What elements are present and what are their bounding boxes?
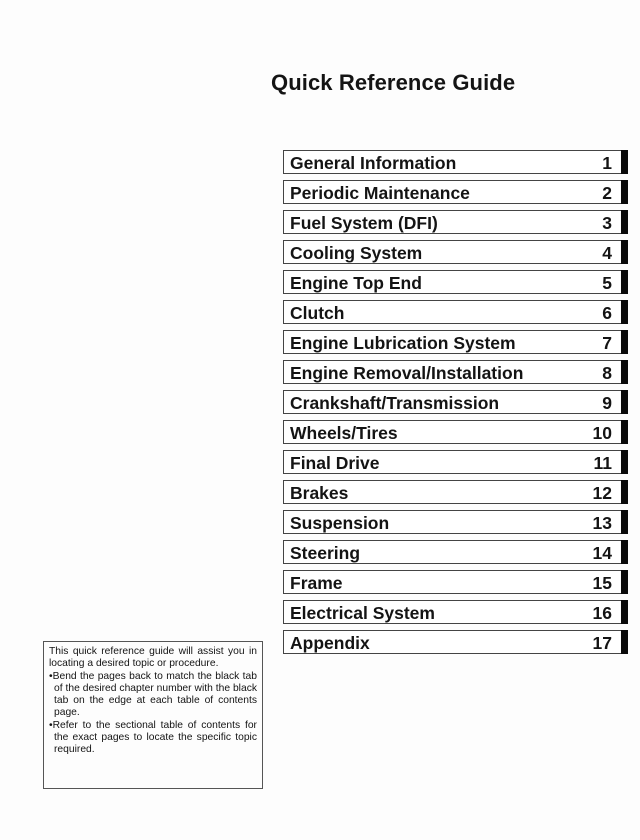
chapter-row[interactable]: Engine Removal/Installation 8 [283, 360, 629, 384]
chapter-row[interactable]: Fuel System (DFI) 3 [283, 210, 629, 234]
chapter-row[interactable]: Brakes 12 [283, 480, 629, 504]
black-tab-marker [621, 450, 628, 474]
chapter-row[interactable]: Clutch 6 [283, 300, 629, 324]
black-tab-marker [621, 510, 628, 534]
chapter-number: 7 [602, 333, 612, 353]
black-tab-marker [621, 270, 628, 294]
chapter-number: 11 [593, 453, 613, 473]
chapter-number: 4 [602, 243, 612, 263]
black-tab-marker [621, 570, 628, 594]
chapter-number: 13 [592, 513, 612, 533]
black-tab-marker [621, 330, 628, 354]
black-tab-marker [621, 180, 628, 204]
chapter-number: 9 [602, 393, 612, 413]
black-tab-marker [621, 300, 628, 324]
chapter-row[interactable]: Cooling System 4 [283, 240, 629, 264]
chapter-box[interactable]: Electrical System 16 [283, 600, 622, 624]
chapter-label: Electrical System [290, 603, 435, 623]
note-intro: This quick reference guide will assist y… [49, 646, 257, 670]
chapter-number: 15 [592, 573, 612, 593]
chapter-row[interactable]: Steering 14 [283, 540, 629, 564]
chapter-label: Frame [290, 573, 343, 593]
black-tab-marker [621, 630, 628, 654]
chapter-box[interactable]: Brakes 12 [283, 480, 622, 504]
chapter-box[interactable]: Wheels/Tires 10 [283, 420, 622, 444]
chapter-label: Fuel System (DFI) [290, 213, 438, 233]
chapter-label: Suspension [290, 513, 390, 533]
black-tab-marker [621, 240, 628, 264]
black-tab-marker [621, 360, 628, 384]
chapter-number: 2 [602, 183, 612, 203]
chapter-row[interactable]: Wheels/Tires 10 [283, 420, 629, 444]
chapter-box[interactable]: Final Drive 11 [283, 450, 622, 474]
black-tab-marker [621, 150, 628, 174]
chapter-row[interactable]: Frame 15 [283, 570, 629, 594]
chapter-number: 8 [602, 363, 612, 383]
chapter-label: Engine Removal/Installation [290, 363, 524, 383]
chapter-label: Engine Lubrication System [290, 333, 516, 353]
chapter-row[interactable]: Crankshaft/Transmission 9 [283, 390, 629, 414]
page-title: Quick Reference Guide [271, 70, 516, 95]
chapter-row[interactable]: Engine Lubrication System 7 [283, 330, 629, 354]
chapter-row[interactable]: Suspension 13 [283, 510, 629, 534]
chapter-box[interactable]: Crankshaft/Transmission 9 [283, 390, 622, 414]
chapter-box[interactable]: Suspension 13 [283, 510, 622, 534]
chapter-label: Brakes [290, 483, 349, 503]
black-tab-marker [621, 420, 628, 444]
chapter-row[interactable]: Periodic Maintenance 2 [283, 180, 629, 204]
chapter-number: 16 [592, 603, 612, 623]
black-tab-marker [621, 390, 628, 414]
chapter-box[interactable]: Fuel System (DFI) 3 [283, 210, 622, 234]
chapter-box[interactable]: Cooling System 4 [283, 240, 622, 264]
chapter-box[interactable]: General Information 1 [283, 150, 622, 174]
note-bullet: •Bend the pages back to match the black … [49, 670, 257, 719]
note-bullet: •Refer to the sectional table of content… [49, 719, 257, 756]
chapter-number: 5 [602, 273, 612, 293]
chapter-label: General Information [290, 153, 457, 173]
chapter-row[interactable]: Appendix 17 [283, 630, 629, 654]
chapter-label: Steering [290, 543, 361, 563]
chapter-number: 6 [602, 303, 612, 323]
chapter-box[interactable]: Engine Top End 5 [283, 270, 622, 294]
chapter-number: 1 [602, 153, 612, 173]
instruction-note: This quick reference guide will assist y… [43, 641, 263, 789]
chapter-box[interactable]: Clutch 6 [283, 300, 622, 324]
chapter-box[interactable]: Engine Lubrication System 7 [283, 330, 622, 354]
chapter-list: General Information 1 Periodic Maintenance… [283, 150, 629, 660]
chapter-label: Clutch [290, 303, 345, 323]
chapter-box[interactable]: Appendix 17 [283, 630, 622, 654]
black-tab-marker [621, 480, 628, 504]
chapter-label: Periodic Maintenance [290, 183, 470, 203]
chapter-label: Wheels/Tires [290, 423, 398, 443]
chapter-number: 17 [592, 633, 612, 653]
chapter-number: 3 [602, 213, 612, 233]
chapter-number: 14 [592, 543, 612, 563]
chapter-row[interactable]: Engine Top End 5 [283, 270, 629, 294]
chapter-label: Engine Top End [290, 273, 422, 293]
chapter-label: Cooling System [290, 243, 423, 263]
chapter-box[interactable]: Steering 14 [283, 540, 622, 564]
chapter-box[interactable]: Engine Removal/Installation 8 [283, 360, 622, 384]
chapter-row[interactable]: Electrical System 16 [283, 600, 629, 624]
chapter-row[interactable]: General Information 1 [283, 150, 629, 174]
chapter-box[interactable]: Frame 15 [283, 570, 622, 594]
chapter-box[interactable]: Periodic Maintenance 2 [283, 180, 622, 204]
chapter-label: Final Drive [290, 453, 380, 473]
black-tab-marker [621, 210, 628, 234]
chapter-label: Appendix [290, 633, 370, 653]
black-tab-marker [621, 600, 628, 624]
chapter-number: 10 [592, 423, 612, 443]
black-tab-marker [621, 540, 628, 564]
chapter-row[interactable]: Final Drive 11 [283, 450, 629, 474]
chapter-number: 12 [592, 483, 612, 503]
chapter-label: Crankshaft/Transmission [290, 393, 500, 413]
